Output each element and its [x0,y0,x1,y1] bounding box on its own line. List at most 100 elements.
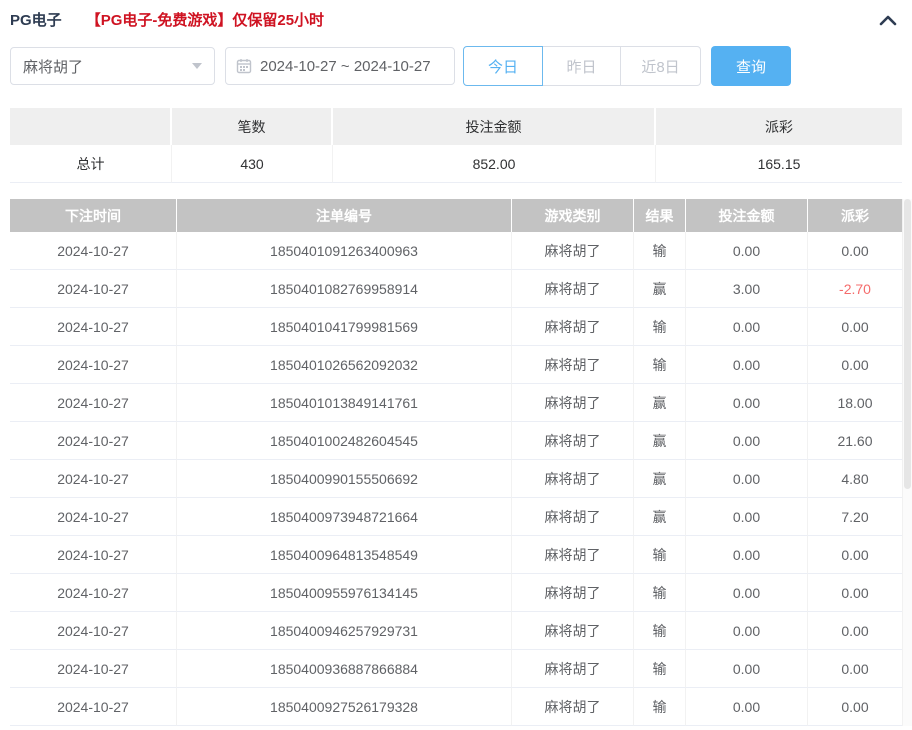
cell-game-type: 麻将胡了 [512,308,634,346]
cell-game-type: 麻将胡了 [512,346,634,384]
quick-button-today[interactable]: 今日 [463,46,543,86]
quick-button-last8days[interactable]: 近8日 [621,46,701,86]
cell-bet-time: 2024-10-27 [10,422,177,460]
table-row: 2024-10-27 1850400964813548549 麻将胡了 输 0.… [10,536,902,574]
table-row: 2024-10-27 1850401013849141761 麻将胡了 赢 0.… [10,384,902,422]
cell-game-type: 麻将胡了 [512,612,634,650]
col-header-bet-amount: 投注金额 [686,199,808,232]
retention-notice: 【PG电子-免费游戏】仅保留25小时 [85,12,325,29]
col-header-bet-time: 下注时间 [10,199,177,232]
cell-bet-amount: 0.00 [686,232,808,270]
cell-bet-amount: 3.00 [686,270,808,308]
cell-bet-amount: 0.00 [686,574,808,612]
cell-result: 输 [634,308,686,346]
cell-bet-time: 2024-10-27 [10,270,177,308]
summary-header: 笔数 投注金额 派彩 [10,108,902,145]
cell-game-type: 麻将胡了 [512,536,634,574]
table-row: 2024-10-27 1850400936887866884 麻将胡了 输 0.… [10,650,902,688]
cell-bet-amount: 0.00 [686,650,808,688]
cell-bet-id: 1850400955976134145 [177,574,512,612]
bet-table: 下注时间 注单编号 游戏类别 结果 投注金额 派彩 2024-10-27 185… [10,199,902,726]
cell-bet-amount: 0.00 [686,688,808,726]
bet-table-header: 下注时间 注单编号 游戏类别 结果 投注金额 派彩 [10,199,902,232]
topbar: PG电子 【PG电子-免费游戏】仅保留25小时 [10,0,902,30]
filter-bar: 麻将胡了 2024-10-27 ~ 2024-10-27 今日 昨日 近8日 查… [10,46,902,86]
date-range-input[interactable]: 2024-10-27 ~ 2024-10-27 [225,47,455,85]
table-row: 2024-10-27 1850400946257929731 麻将胡了 输 0.… [10,612,902,650]
cell-bet-id: 1850401041799981569 [177,308,512,346]
summary-table: 笔数 投注金额 派彩 总计 430 852.00 165.15 [10,108,902,183]
cell-bet-id: 1850401082769958914 [177,270,512,308]
cell-result: 赢 [634,422,686,460]
cell-result: 赢 [634,460,686,498]
table-row: 2024-10-27 1850400955976134145 麻将胡了 输 0.… [10,574,902,612]
cell-bet-time: 2024-10-27 [10,536,177,574]
page: PG电子 【PG电子-免费游戏】仅保留25小时 麻将胡了 2024-10-27 … [0,0,912,726]
cell-payout: 0.00 [808,688,902,726]
cell-game-type: 麻将胡了 [512,422,634,460]
cell-bet-time: 2024-10-27 [10,460,177,498]
summary-total-count: 430 [172,145,333,183]
cell-game-type: 麻将胡了 [512,460,634,498]
cell-bet-time: 2024-10-27 [10,232,177,270]
col-header-bet-id: 注单编号 [177,199,512,232]
summary-header-count: 笔数 [172,108,333,145]
cell-game-type: 麻将胡了 [512,688,634,726]
cell-result: 赢 [634,498,686,536]
cell-payout: 0.00 [808,612,902,650]
chevron-up-icon[interactable] [878,13,898,27]
vertical-scrollbar[interactable] [902,199,912,726]
summary-header-bet-amount: 投注金额 [333,108,656,145]
col-header-result: 结果 [634,199,686,232]
table-row: 2024-10-27 1850401082769958914 麻将胡了 赢 3.… [10,270,902,308]
cell-bet-id: 1850401013849141761 [177,384,512,422]
cell-bet-time: 2024-10-27 [10,574,177,612]
cell-bet-amount: 0.00 [686,498,808,536]
cell-result: 赢 [634,270,686,308]
page-title: PG电子 [10,12,62,29]
bet-table-wrap: 下注时间 注单编号 游戏类别 结果 投注金额 派彩 2024-10-27 185… [10,199,912,726]
cell-payout: 18.00 [808,384,902,422]
table-row: 2024-10-27 1850401041799981569 麻将胡了 输 0.… [10,308,902,346]
cell-bet-id: 1850401026562092032 [177,346,512,384]
search-button[interactable]: 查询 [711,46,791,86]
quick-date-group: 今日 昨日 近8日 [463,46,701,86]
cell-result: 输 [634,688,686,726]
cell-payout: 0.00 [808,308,902,346]
cell-game-type: 麻将胡了 [512,270,634,308]
table-row: 2024-10-27 1850401091263400963 麻将胡了 输 0.… [10,232,902,270]
cell-payout: 0.00 [808,346,902,384]
cell-payout: 0.00 [808,232,902,270]
caret-down-icon [192,63,202,69]
cell-bet-id: 1850400936887866884 [177,650,512,688]
col-header-game-type: 游戏类别 [512,199,634,232]
cell-result: 赢 [634,384,686,422]
cell-payout: 7.20 [808,498,902,536]
cell-payout: -2.70 [808,270,902,308]
cell-bet-time: 2024-10-27 [10,498,177,536]
table-row: 2024-10-27 1850401026562092032 麻将胡了 输 0.… [10,346,902,384]
cell-game-type: 麻将胡了 [512,650,634,688]
summary-header-blank [10,108,172,145]
cell-result: 输 [634,574,686,612]
cell-bet-id: 1850400973948721664 [177,498,512,536]
cell-bet-id: 1850401002482604545 [177,422,512,460]
summary-header-payout: 派彩 [656,108,902,145]
table-row: 2024-10-27 1850400927526179328 麻将胡了 输 0.… [10,688,902,726]
quick-button-yesterday[interactable]: 昨日 [543,46,621,86]
cell-game-type: 麻将胡了 [512,384,634,422]
game-select[interactable]: 麻将胡了 [10,47,215,85]
cell-result: 输 [634,536,686,574]
cell-bet-amount: 0.00 [686,346,808,384]
cell-bet-time: 2024-10-27 [10,612,177,650]
cell-payout: 21.60 [808,422,902,460]
cell-payout: 0.00 [808,536,902,574]
cell-game-type: 麻将胡了 [512,498,634,536]
calendar-icon [236,59,252,74]
scrollbar-thumb[interactable] [904,199,911,489]
game-select-value: 麻将胡了 [23,58,84,76]
cell-bet-amount: 0.00 [686,384,808,422]
cell-bet-time: 2024-10-27 [10,384,177,422]
cell-payout: 0.00 [808,650,902,688]
col-header-payout: 派彩 [808,199,902,232]
